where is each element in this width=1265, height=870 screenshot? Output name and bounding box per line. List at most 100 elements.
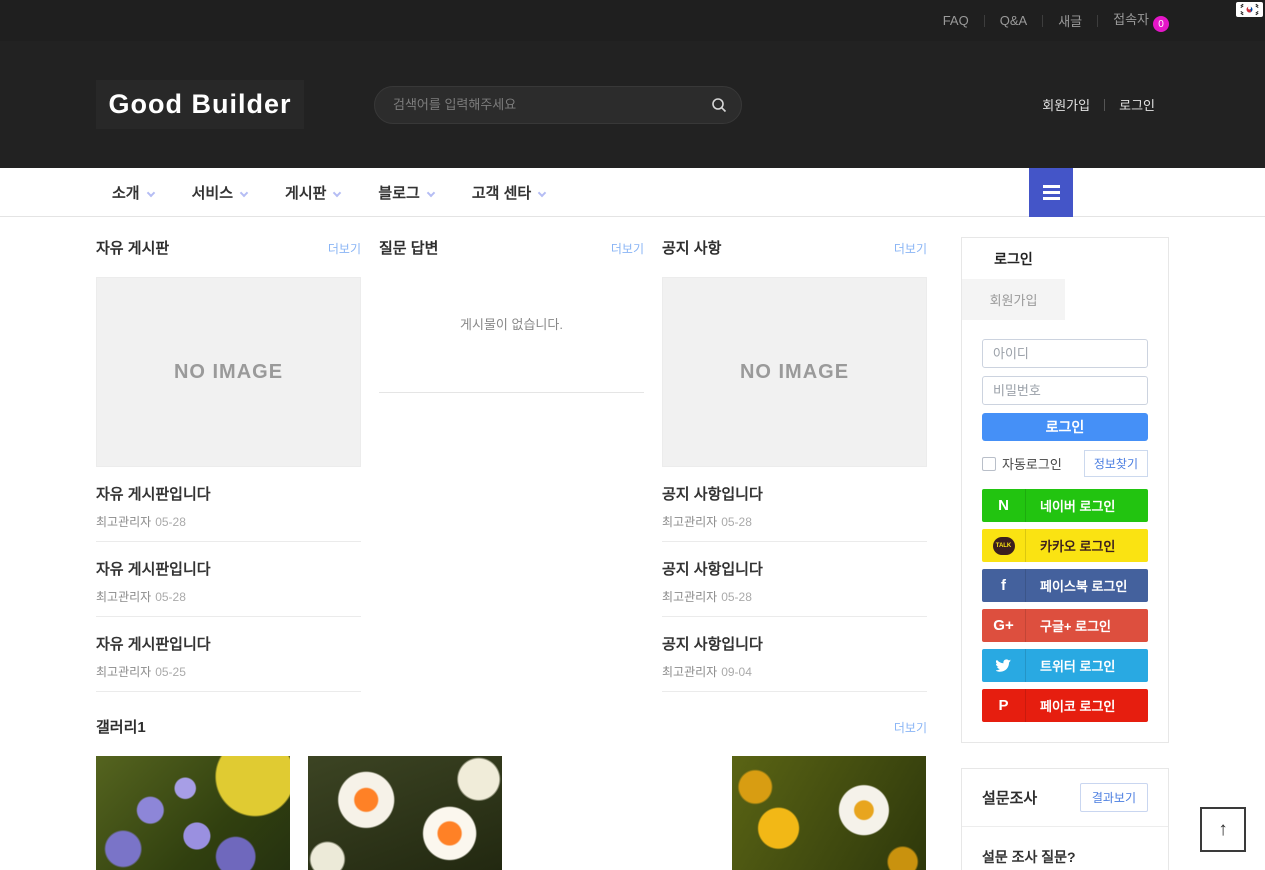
chevron-down-icon <box>333 188 341 196</box>
main-content: 자유 게시판 더보기 NO IMAGE 자유 게시판입니다 최고관리자05-28… <box>0 237 1265 870</box>
post-meta: 최고관리자05-25 <box>96 663 361 680</box>
post-meta: 최고관리자05-28 <box>662 513 927 530</box>
topbar-link-visitors[interactable]: 접속자0 <box>1098 9 1169 33</box>
twitter-login-button[interactable]: 트위터 로그인 <box>982 649 1148 682</box>
post-meta: 최고관리자05-28 <box>96 513 361 530</box>
twitter-bird-icon <box>982 649 1026 682</box>
search-icon <box>711 97 727 113</box>
board-list-item: 자유 게시판입니다 최고관리자05-28 <box>96 467 361 542</box>
gallery-title: 갤러리1 <box>96 716 146 737</box>
post-title-link[interactable]: 자유 게시판입니다 <box>96 633 361 654</box>
gallery-section: 갤러리1 더보기 ☆☆☆☆☆ ☆☆☆☆☆ ☆☆☆☆☆ <box>96 716 927 870</box>
login-box: 로그인 회원가입 로그인 자동로그인 정보찾기 <box>961 237 1169 743</box>
site-logo[interactable]: Good Builder <box>96 80 304 129</box>
login-id-field[interactable] <box>982 339 1148 368</box>
auto-login-label: 자동로그인 <box>1002 454 1062 473</box>
naver-login-button[interactable]: N 네이버 로그인 <box>982 489 1148 522</box>
tab-login[interactable]: 로그인 <box>962 238 1065 279</box>
login-password-field[interactable] <box>982 376 1148 405</box>
nav-item-services[interactable]: 서비스 <box>192 182 247 203</box>
gallery-image-yellow-cosmos[interactable] <box>732 756 926 870</box>
find-info-link[interactable]: 정보찾기 <box>1084 450 1148 477</box>
gallery-item: ☆☆☆☆☆ <box>308 756 502 870</box>
tab-signup[interactable]: 회원가입 <box>962 279 1065 320</box>
board-thumbnail-no-image[interactable]: NO IMAGE <box>96 277 361 467</box>
nav-item-about[interactable]: 소개 <box>112 182 154 203</box>
more-link[interactable]: 더보기 <box>894 719 927 736</box>
board-qna: 질문 답변 더보기 게시물이 없습니다. <box>379 237 644 692</box>
chevron-down-icon <box>538 188 546 196</box>
more-link[interactable]: 더보기 <box>894 240 927 257</box>
poll-results-button[interactable]: 결과보기 <box>1080 783 1148 812</box>
nav-item-customer-center[interactable]: 고객 센타 <box>472 182 545 203</box>
post-title-link[interactable]: 공지 사항입니다 <box>662 558 927 579</box>
board-title: 자유 게시판 <box>96 237 169 258</box>
board-notice: 공지 사항 더보기 NO IMAGE 공지 사항입니다 최고관리자05-28 공… <box>662 237 927 692</box>
post-meta: 최고관리자09-04 <box>662 663 927 680</box>
main-nav: 소개 서비스 게시판 블로그 고객 센타 <box>0 168 1265 217</box>
poll-title: 설문조사 <box>982 787 1037 808</box>
payco-login-button[interactable]: P 페이코 로그인 <box>982 689 1148 722</box>
gallery-item: ☆☆☆☆☆ <box>732 756 926 870</box>
board-list-item: 자유 게시판입니다 최고관리자05-28 <box>96 542 361 617</box>
member-links: 회원가입 로그인 <box>1028 95 1169 114</box>
visitor-count-badge: 0 <box>1153 16 1169 32</box>
taegeuk-flag-graphic <box>1239 3 1260 16</box>
post-meta: 최고관리자05-28 <box>662 588 927 605</box>
divider <box>379 392 644 393</box>
facebook-icon: f <box>982 569 1026 602</box>
search-button[interactable] <box>711 97 727 113</box>
board-list-item: 자유 게시판입니다 최고관리자05-25 <box>96 617 361 692</box>
board-list-item: 공지 사항입니다 최고관리자05-28 <box>662 542 927 617</box>
login-link[interactable]: 로그인 <box>1105 95 1169 114</box>
chevron-down-icon <box>240 188 248 196</box>
topbar-link-qna[interactable]: Q&A <box>985 13 1042 28</box>
post-title-link[interactable]: 공지 사항입니다 <box>662 483 927 504</box>
hamburger-menu-button[interactable] <box>1029 168 1073 217</box>
poll-box: 설문조사 결과보기 설문 조사 질문? 답변1 <box>961 768 1169 870</box>
nav-item-blog[interactable]: 블로그 <box>378 182 433 203</box>
gallery-image-white-daffodils[interactable] <box>308 756 502 870</box>
nav-item-boards[interactable]: 게시판 <box>285 182 340 203</box>
facebook-login-button[interactable]: f 페이스북 로그인 <box>982 569 1148 602</box>
board-list-item: 공지 사항입니다 최고관리자09-04 <box>662 617 927 692</box>
gallery-image-purple-agapanthus[interactable] <box>96 756 290 870</box>
chevron-down-icon <box>427 188 435 196</box>
sidebar: 로그인 회원가입 로그인 자동로그인 정보찾기 <box>961 237 1169 870</box>
search-input[interactable] <box>393 97 711 112</box>
board-thumbnail-no-image[interactable]: NO IMAGE <box>662 277 927 467</box>
gallery-image-cherry-blossoms[interactable] <box>520 756 714 870</box>
poll-question: 설문 조사 질문? <box>982 847 1148 867</box>
empty-board-message: 게시물이 없습니다. <box>379 314 644 333</box>
login-submit-button[interactable]: 로그인 <box>982 413 1148 441</box>
more-link[interactable]: 더보기 <box>328 240 361 257</box>
kakaotalk-bubble-icon: TALK <box>982 529 1026 562</box>
kakao-login-button[interactable]: TALK 카카오 로그인 <box>982 529 1148 562</box>
arrow-up-icon: ↑ <box>1218 819 1228 841</box>
topbar-link-faq[interactable]: FAQ <box>928 13 984 28</box>
board-free: 자유 게시판 더보기 NO IMAGE 자유 게시판입니다 최고관리자05-28… <box>96 237 361 692</box>
payco-icon: P <box>982 689 1026 722</box>
korean-flag-icon[interactable] <box>1236 2 1263 17</box>
post-title-link[interactable]: 자유 게시판입니다 <box>96 483 361 504</box>
post-meta: 최고관리자05-28 <box>96 588 361 605</box>
board-title: 질문 답변 <box>379 237 438 258</box>
chevron-down-icon <box>146 188 154 196</box>
naver-icon: N <box>982 489 1026 522</box>
top-bar: FAQ Q&A 새글 접속자0 <box>0 0 1265 41</box>
search-bar <box>374 86 742 124</box>
signup-link[interactable]: 회원가입 <box>1028 95 1104 114</box>
post-title-link[interactable]: 공지 사항입니다 <box>662 633 927 654</box>
more-link[interactable]: 더보기 <box>611 240 644 257</box>
board-title: 공지 사항 <box>662 237 721 258</box>
scroll-to-top-button[interactable]: ↑ <box>1200 807 1246 852</box>
site-header: Good Builder 회원가입 로그인 <box>0 41 1265 168</box>
board-list-item: 공지 사항입니다 최고관리자05-28 <box>662 467 927 542</box>
googleplus-login-button[interactable]: G+ 구글+ 로그인 <box>982 609 1148 642</box>
googleplus-icon: G+ <box>982 609 1026 642</box>
gallery-item: ☆☆☆☆☆ <box>96 756 290 870</box>
auto-login-checkbox[interactable] <box>982 457 996 471</box>
hamburger-icon <box>1043 185 1060 188</box>
post-title-link[interactable]: 자유 게시판입니다 <box>96 558 361 579</box>
topbar-link-new-posts[interactable]: 새글 <box>1043 11 1097 30</box>
